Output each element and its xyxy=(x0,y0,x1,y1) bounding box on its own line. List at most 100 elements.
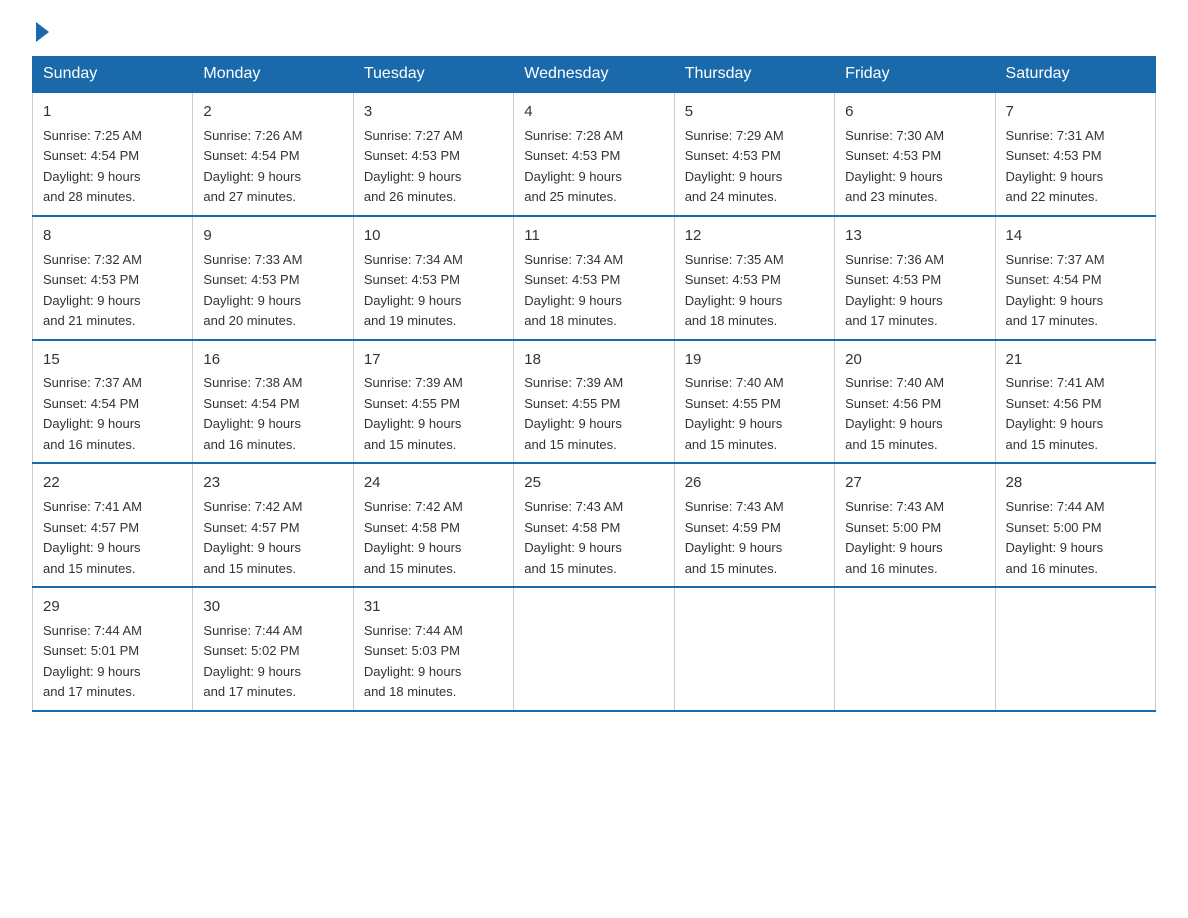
page-header xyxy=(32,24,1156,38)
calendar-table: SundayMondayTuesdayWednesdayThursdayFrid… xyxy=(32,56,1156,712)
day-number: 26 xyxy=(685,472,824,494)
calendar-week-row: 22 Sunrise: 7:41 AMSunset: 4:57 PMDayligh… xyxy=(33,463,1156,587)
calendar-day-cell: 29 Sunrise: 7:44 AMSunset: 5:01 PMDayligh… xyxy=(33,587,193,711)
calendar-day-cell: 11Sunrise: 7:34 AMSunset: 4:53 PMDayligh… xyxy=(514,216,674,340)
day-info: Sunrise: 7:34 AMSunset: 4:53 PMDaylight:… xyxy=(364,252,463,329)
calendar-day-cell: 31Sunrise: 7:44 AMSunset: 5:03 PMDayligh… xyxy=(353,587,513,711)
day-number: 17 xyxy=(364,349,503,371)
day-number: 18 xyxy=(524,349,663,371)
calendar-header-row: SundayMondayTuesdayWednesdayThursdayFrid… xyxy=(33,57,1156,93)
calendar-day-cell: 23Sunrise: 7:42 AMSunset: 4:57 PMDayligh… xyxy=(193,463,353,587)
header-sunday: Sunday xyxy=(33,57,193,93)
day-number: 25 xyxy=(524,472,663,494)
calendar-day-cell: 10Sunrise: 7:34 AMSunset: 4:53 PMDayligh… xyxy=(353,216,513,340)
calendar-day-cell: 7 Sunrise: 7:31 AMSunset: 4:53 PMDaylight… xyxy=(995,92,1155,216)
calendar-day-cell: 30 Sunrise: 7:44 AMSunset: 5:02 PMDayligh… xyxy=(193,587,353,711)
day-number: 16 xyxy=(203,349,342,371)
day-number: 2 xyxy=(203,101,342,123)
header-monday: Monday xyxy=(193,57,353,93)
calendar-day-cell: 13 Sunrise: 7:36 AMSunset: 4:53 PMDayligh… xyxy=(835,216,995,340)
day-info: Sunrise: 7:37 AMSunset: 4:54 PMDaylight:… xyxy=(43,375,142,452)
header-thursday: Thursday xyxy=(674,57,834,93)
day-info: Sunrise: 7:25 AMSunset: 4:54 PMDaylight:… xyxy=(43,128,142,205)
day-number: 22 xyxy=(43,472,182,494)
day-info: Sunrise: 7:34 AMSunset: 4:53 PMDaylight:… xyxy=(524,252,623,329)
day-info: Sunrise: 7:43 AMSunset: 5:00 PMDaylight:… xyxy=(845,499,944,576)
calendar-day-cell: 15 Sunrise: 7:37 AMSunset: 4:54 PMDayligh… xyxy=(33,340,193,464)
calendar-day-cell: 1 Sunrise: 7:25 AMSunset: 4:54 PMDaylight… xyxy=(33,92,193,216)
calendar-day-cell: 9 Sunrise: 7:33 AMSunset: 4:53 PMDaylight… xyxy=(193,216,353,340)
calendar-day-cell: 22 Sunrise: 7:41 AMSunset: 4:57 PMDayligh… xyxy=(33,463,193,587)
day-number: 3 xyxy=(364,101,503,123)
calendar-day-cell: 3 Sunrise: 7:27 AMSunset: 4:53 PMDaylight… xyxy=(353,92,513,216)
day-number: 13 xyxy=(845,225,984,247)
calendar-week-row: 15 Sunrise: 7:37 AMSunset: 4:54 PMDayligh… xyxy=(33,340,1156,464)
day-info: Sunrise: 7:43 AMSunset: 4:58 PMDaylight:… xyxy=(524,499,623,576)
calendar-day-cell: 5 Sunrise: 7:29 AMSunset: 4:53 PMDaylight… xyxy=(674,92,834,216)
day-number: 28 xyxy=(1006,472,1145,494)
calendar-day-cell: 20 Sunrise: 7:40 AMSunset: 4:56 PMDayligh… xyxy=(835,340,995,464)
calendar-day-cell: 2 Sunrise: 7:26 AMSunset: 4:54 PMDaylight… xyxy=(193,92,353,216)
day-info: Sunrise: 7:44 AMSunset: 5:01 PMDaylight:… xyxy=(43,623,142,700)
day-info: Sunrise: 7:42 AMSunset: 4:57 PMDaylight:… xyxy=(203,499,302,576)
day-info: Sunrise: 7:31 AMSunset: 4:53 PMDaylight:… xyxy=(1006,128,1105,205)
day-number: 27 xyxy=(845,472,984,494)
calendar-day-cell: 21 Sunrise: 7:41 AMSunset: 4:56 PMDayligh… xyxy=(995,340,1155,464)
day-number: 9 xyxy=(203,225,342,247)
day-info: Sunrise: 7:40 AMSunset: 4:56 PMDaylight:… xyxy=(845,375,944,452)
calendar-day-cell: 28 Sunrise: 7:44 AMSunset: 5:00 PMDayligh… xyxy=(995,463,1155,587)
header-friday: Friday xyxy=(835,57,995,93)
day-number: 6 xyxy=(845,101,984,123)
day-number: 29 xyxy=(43,596,182,618)
header-wednesday: Wednesday xyxy=(514,57,674,93)
day-info: Sunrise: 7:28 AMSunset: 4:53 PMDaylight:… xyxy=(524,128,623,205)
day-number: 20 xyxy=(845,349,984,371)
calendar-week-row: 1 Sunrise: 7:25 AMSunset: 4:54 PMDaylight… xyxy=(33,92,1156,216)
calendar-day-cell xyxy=(514,587,674,711)
logo-triangle-icon xyxy=(36,22,49,42)
day-number: 7 xyxy=(1006,101,1145,123)
calendar-day-cell: 27 Sunrise: 7:43 AMSunset: 5:00 PMDayligh… xyxy=(835,463,995,587)
calendar-day-cell: 25 Sunrise: 7:43 AMSunset: 4:58 PMDayligh… xyxy=(514,463,674,587)
day-number: 19 xyxy=(685,349,824,371)
day-info: Sunrise: 7:27 AMSunset: 4:53 PMDaylight:… xyxy=(364,128,463,205)
day-info: Sunrise: 7:39 AMSunset: 4:55 PMDaylight:… xyxy=(364,375,463,452)
day-info: Sunrise: 7:32 AMSunset: 4:53 PMDaylight:… xyxy=(43,252,142,329)
day-info: Sunrise: 7:41 AMSunset: 4:57 PMDaylight:… xyxy=(43,499,142,576)
day-info: Sunrise: 7:40 AMSunset: 4:55 PMDaylight:… xyxy=(685,375,784,452)
day-info: Sunrise: 7:43 AMSunset: 4:59 PMDaylight:… xyxy=(685,499,784,576)
day-number: 24 xyxy=(364,472,503,494)
day-number: 21 xyxy=(1006,349,1145,371)
day-info: Sunrise: 7:38 AMSunset: 4:54 PMDaylight:… xyxy=(203,375,302,452)
header-saturday: Saturday xyxy=(995,57,1155,93)
day-number: 8 xyxy=(43,225,182,247)
day-info: Sunrise: 7:44 AMSunset: 5:02 PMDaylight:… xyxy=(203,623,302,700)
day-number: 4 xyxy=(524,101,663,123)
day-number: 1 xyxy=(43,101,182,123)
day-number: 30 xyxy=(203,596,342,618)
calendar-week-row: 8 Sunrise: 7:32 AMSunset: 4:53 PMDaylight… xyxy=(33,216,1156,340)
day-info: Sunrise: 7:41 AMSunset: 4:56 PMDaylight:… xyxy=(1006,375,1105,452)
calendar-day-cell: 6 Sunrise: 7:30 AMSunset: 4:53 PMDaylight… xyxy=(835,92,995,216)
day-info: Sunrise: 7:33 AMSunset: 4:53 PMDaylight:… xyxy=(203,252,302,329)
day-info: Sunrise: 7:30 AMSunset: 4:53 PMDaylight:… xyxy=(845,128,944,205)
day-info: Sunrise: 7:44 AMSunset: 5:00 PMDaylight:… xyxy=(1006,499,1105,576)
calendar-day-cell: 14 Sunrise: 7:37 AMSunset: 4:54 PMDayligh… xyxy=(995,216,1155,340)
calendar-day-cell: 4 Sunrise: 7:28 AMSunset: 4:53 PMDaylight… xyxy=(514,92,674,216)
day-info: Sunrise: 7:37 AMSunset: 4:54 PMDaylight:… xyxy=(1006,252,1105,329)
calendar-day-cell xyxy=(835,587,995,711)
day-info: Sunrise: 7:29 AMSunset: 4:53 PMDaylight:… xyxy=(685,128,784,205)
day-info: Sunrise: 7:26 AMSunset: 4:54 PMDaylight:… xyxy=(203,128,302,205)
header-tuesday: Tuesday xyxy=(353,57,513,93)
calendar-day-cell: 12Sunrise: 7:35 AMSunset: 4:53 PMDayligh… xyxy=(674,216,834,340)
day-number: 14 xyxy=(1006,225,1145,247)
day-info: Sunrise: 7:36 AMSunset: 4:53 PMDaylight:… xyxy=(845,252,944,329)
calendar-day-cell: 26 Sunrise: 7:43 AMSunset: 4:59 PMDayligh… xyxy=(674,463,834,587)
calendar-day-cell: 17 Sunrise: 7:39 AMSunset: 4:55 PMDayligh… xyxy=(353,340,513,464)
day-number: 5 xyxy=(685,101,824,123)
day-number: 15 xyxy=(43,349,182,371)
day-number: 12 xyxy=(685,225,824,247)
calendar-day-cell: 8 Sunrise: 7:32 AMSunset: 4:53 PMDaylight… xyxy=(33,216,193,340)
day-info: Sunrise: 7:44 AMSunset: 5:03 PMDaylight:… xyxy=(364,623,463,700)
calendar-day-cell: 24Sunrise: 7:42 AMSunset: 4:58 PMDayligh… xyxy=(353,463,513,587)
